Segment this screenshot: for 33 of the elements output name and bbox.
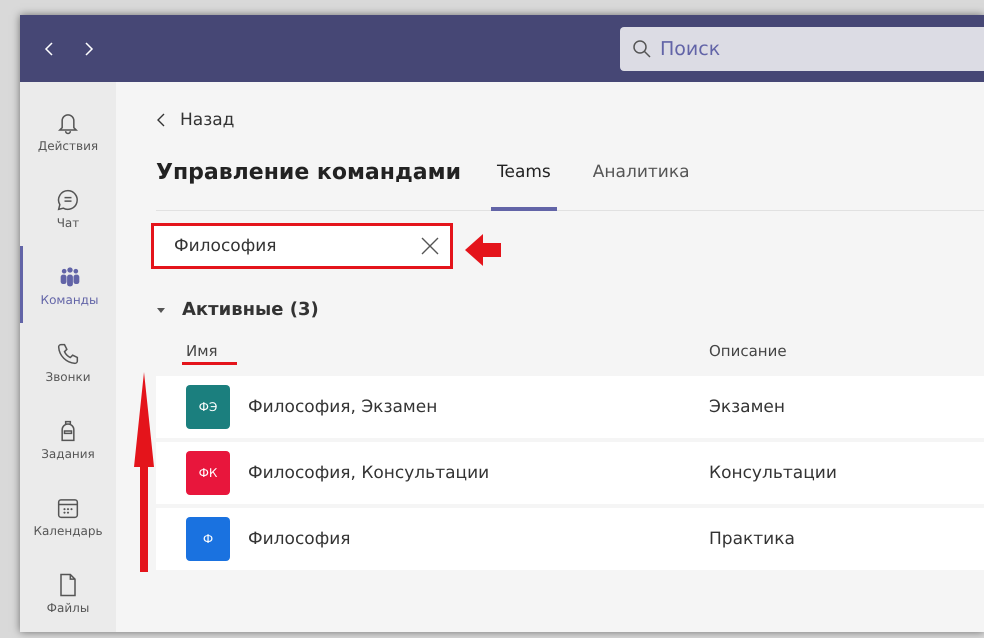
sidebar-item[interactable]: Файлы <box>20 554 116 632</box>
close-icon[interactable] <box>421 237 439 255</box>
team-name: Философия, Экзамен <box>248 397 438 417</box>
team-row[interactable]: ФК Философия, Консультации Консультации <box>156 442 984 504</box>
sidebar-item[interactable]: Календарь <box>20 478 116 555</box>
team-description: Экзамен <box>709 397 785 417</box>
arrow-annotation <box>464 232 502 268</box>
sidebar-item[interactable]: Чат <box>20 169 116 246</box>
team-description: Практика <box>709 529 795 549</box>
team-name: Философия <box>248 529 351 549</box>
back-link[interactable]: Назад <box>156 110 234 130</box>
team-avatar: ФЭ <box>186 385 230 429</box>
team-row[interactable]: Ф Философия Практика <box>156 508 984 570</box>
tab[interactable]: Teams <box>491 152 557 211</box>
page-title: Управление командами <box>156 159 461 187</box>
underline-annotation <box>182 362 237 365</box>
team-name: Философия, Консультации <box>248 463 490 483</box>
tab[interactable]: Аналитика <box>586 152 696 211</box>
chevron-left-icon <box>156 113 166 127</box>
column-header[interactable]: Имя <box>186 342 218 360</box>
search-field[interactable]: Поиск <box>620 26 984 70</box>
team-row[interactable]: ФЭ Философия, Экзамен Экзамен <box>156 376 984 438</box>
team-avatar: Ф <box>186 517 230 561</box>
group-header[interactable]: Активные (3) <box>156 299 984 320</box>
sidebar-item[interactable]: Звонки <box>20 323 116 401</box>
team-description: Консультации <box>709 463 837 483</box>
team-avatar: ФК <box>186 451 230 495</box>
sidebar-item[interactable]: Команды <box>20 246 116 324</box>
search-icon <box>632 38 652 58</box>
filter-field[interactable]: Философия <box>151 223 453 269</box>
sidebar-item[interactable]: Задания <box>20 400 116 478</box>
sidebar-item[interactable]: Действия <box>20 92 116 170</box>
column-header[interactable]: Описание <box>709 342 787 360</box>
